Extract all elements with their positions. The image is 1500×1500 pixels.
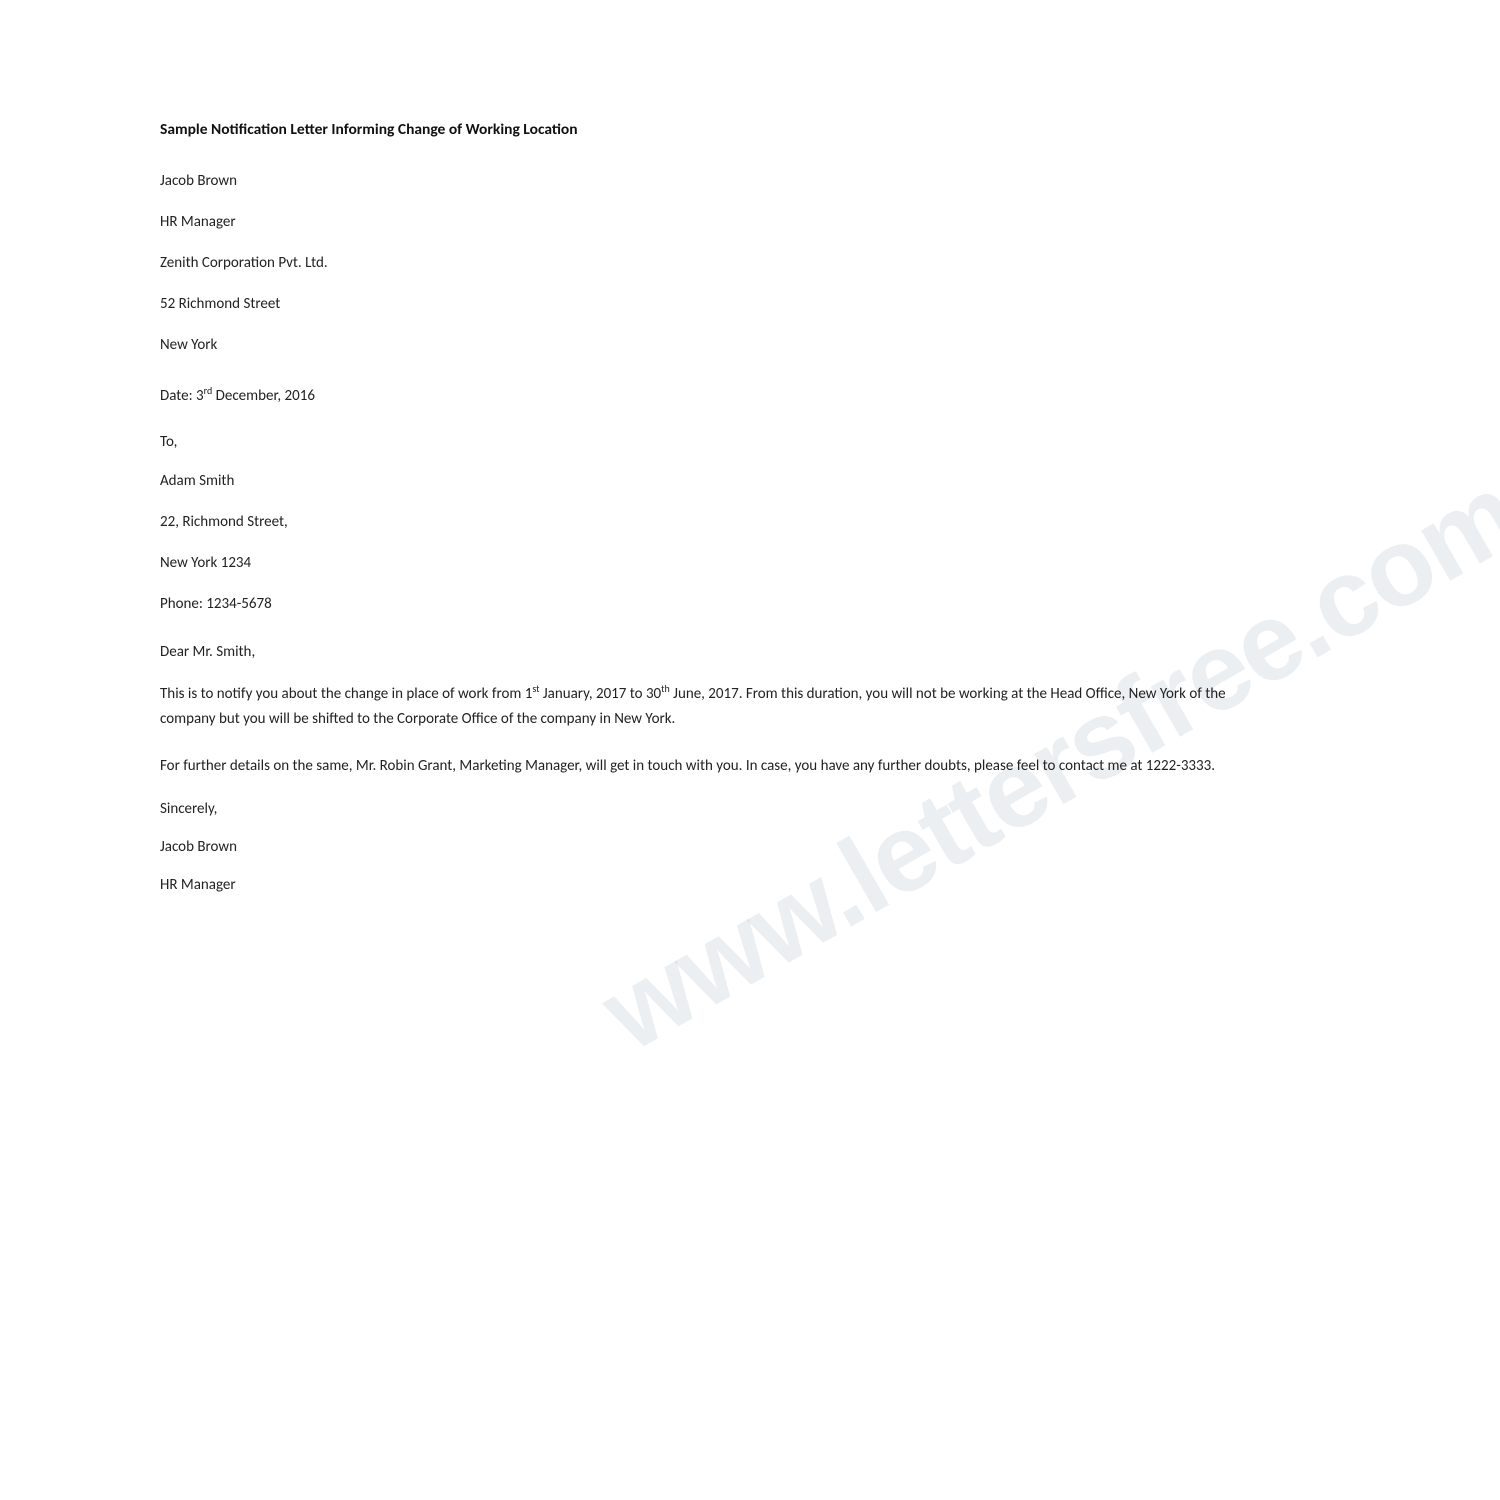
date-line: Date: 3rd December, 2016: [160, 384, 1340, 405]
sender-title: HR Manager: [160, 212, 1340, 233]
to-label: To,: [160, 433, 1340, 451]
closing: Sincerely,: [160, 800, 1340, 818]
page: www.lettersfree.com Sample Notification …: [0, 0, 1500, 1500]
recipient-street: 22, Richmond Street,: [160, 512, 1340, 533]
letter-content: Sample Notification Letter Informing Cha…: [160, 120, 1340, 894]
salutation: Dear Mr. Smith,: [160, 643, 1340, 661]
date-label: Date:: [160, 387, 196, 405]
sender-city: New York: [160, 335, 1340, 356]
signature-block: Jacob Brown HR Manager: [160, 838, 1340, 894]
sender-street: 52 Richmond Street: [160, 294, 1340, 315]
date-day-suffix: rd: [204, 384, 213, 397]
date-rest: December, 2016: [212, 387, 315, 405]
sender-block: Jacob Brown HR Manager Zenith Corporatio…: [160, 171, 1340, 356]
recipient-block: Adam Smith 22, Richmond Street, New York…: [160, 471, 1340, 615]
phone-label: Phone:: [160, 595, 206, 613]
body-paragraph-2: For further details on the same, Mr. Rob…: [160, 754, 1260, 779]
recipient-name: Adam Smith: [160, 471, 1340, 492]
sender-company: Zenith Corporation Pvt. Ltd.: [160, 253, 1340, 274]
letter-title: Sample Notification Letter Informing Cha…: [160, 120, 1340, 139]
signature-name: Jacob Brown: [160, 838, 1340, 856]
recipient-phone: Phone: 1234-5678: [160, 594, 1340, 615]
date-day: 3: [196, 387, 204, 405]
signature-title: HR Manager: [160, 876, 1340, 894]
recipient-city-zip: New York 1234: [160, 553, 1340, 574]
body-paragraph-1: This is to notify you about the change i…: [160, 681, 1260, 732]
sender-name: Jacob Brown: [160, 171, 1340, 192]
phone-number: 1234-5678: [206, 595, 271, 613]
